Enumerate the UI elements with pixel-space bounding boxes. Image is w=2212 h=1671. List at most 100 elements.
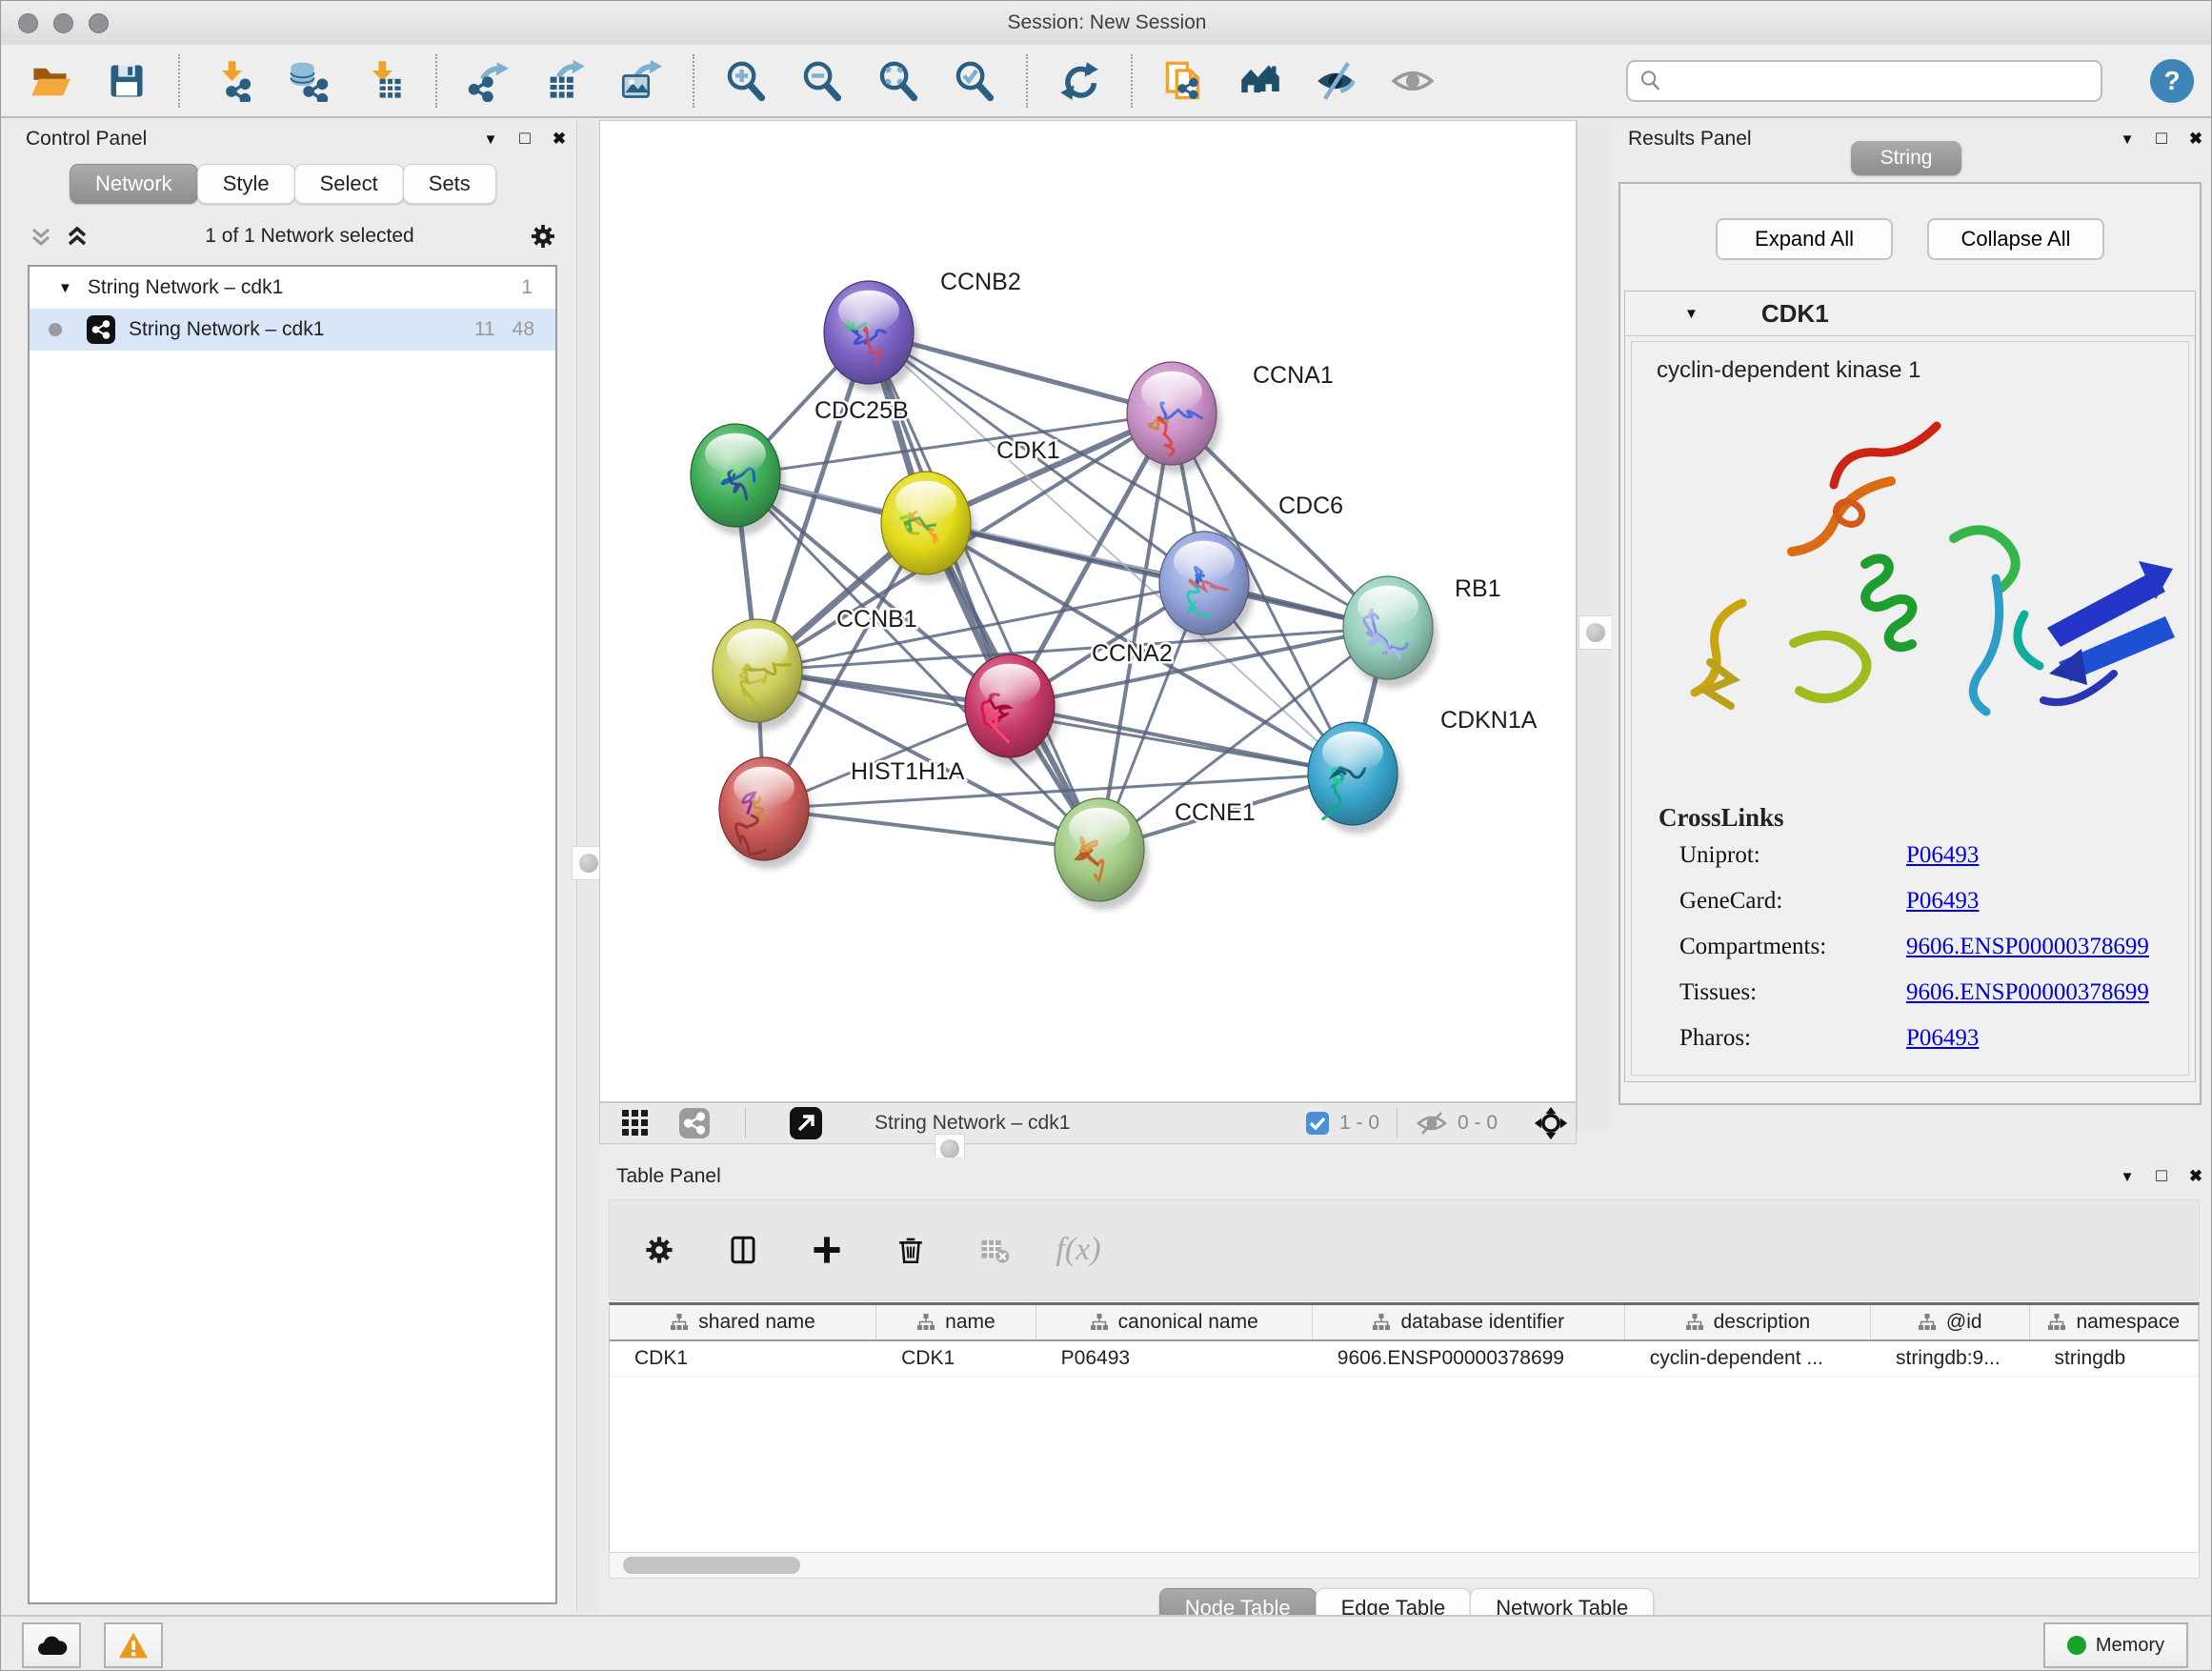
network-node-CCNA1[interactable]: CCNA1 [1127, 362, 1334, 473]
node-label-HIST1H1A: HIST1H1A [851, 758, 965, 785]
memory-button[interactable]: Memory [2043, 1622, 2188, 1668]
gene-entry-header[interactable]: ▼ CDK1 [1625, 292, 2195, 336]
network-node-CCNA2[interactable]: CCNA2 [965, 640, 1173, 766]
delete-table-icon [978, 1234, 1011, 1266]
warnings-button[interactable] [104, 1622, 163, 1668]
add-column-button[interactable] [802, 1223, 852, 1277]
left-splitter[interactable] [576, 120, 601, 1612]
scrollbar-thumb[interactable] [623, 1557, 800, 1574]
control-panel-menu-icon[interactable]: ▼ [473, 131, 508, 148]
import-table-from-file-button[interactable] [359, 54, 409, 108]
zoom-selected-region-button[interactable] [950, 54, 999, 108]
collection-label: String Network – cdk1 [88, 276, 504, 299]
network-node-CDC6[interactable]: CDC6 [1159, 493, 1343, 643]
tab-network[interactable]: Network [70, 164, 198, 204]
crosslink-value-link[interactable]: 9606.ENSP00000378699 [1906, 934, 2149, 960]
hide-selected-button[interactable] [1312, 54, 1361, 108]
network-node-HIST1H1A[interactable]: HIST1H1A [719, 757, 965, 869]
collapse-all-networks-icon[interactable] [64, 222, 90, 251]
network-row[interactable]: String Network – cdk1 11 48 [30, 309, 555, 351]
column-type-icon [1090, 1313, 1109, 1332]
apply-preferred-layout-button[interactable] [1055, 54, 1104, 108]
tab-select[interactable]: Select [294, 164, 404, 204]
function-builder-button[interactable]: f(x) [1054, 1223, 1103, 1277]
column-header-label: shared name [698, 1311, 815, 1334]
column-header-database-identifier[interactable]: database identifier [1313, 1305, 1625, 1339]
results-panel-menu-icon[interactable]: ▼ [2110, 131, 2144, 148]
export-image-button[interactable] [616, 54, 666, 108]
delete-table-button[interactable] [970, 1223, 1019, 1277]
table-panel-header: Table Panel ▼ □ ✖ [599, 1158, 2212, 1196]
import-network-from-database-icon [287, 60, 329, 102]
import-network-from-file-button[interactable] [207, 54, 256, 108]
crosslink-value-link[interactable]: P06493 [1906, 888, 1979, 915]
table-panel-close-icon[interactable]: ✖ [2179, 1167, 2212, 1186]
duplicate-network-button[interactable] [1159, 54, 1209, 108]
birdseye-view-icon[interactable] [1534, 1103, 1568, 1143]
table-horizontal-scrollbar[interactable] [609, 1552, 2200, 1579]
collapse-all-button[interactable]: Collapse All [1927, 218, 2104, 260]
export-network-button[interactable] [464, 54, 513, 108]
network-node-RB1[interactable]: RB1 [1343, 575, 1501, 688]
zoom-out-button[interactable] [797, 54, 847, 108]
open-in-window-icon[interactable] [789, 1103, 823, 1143]
network-node-CCNE1[interactable]: CCNE1 [1055, 798, 1256, 910]
table-panel-menu-icon[interactable]: ▼ [2110, 1169, 2144, 1185]
crosslink-label: GeneCard: [1679, 888, 1906, 915]
expand-all-button[interactable]: Expand All [1716, 218, 1893, 260]
export-table-icon [544, 60, 586, 102]
column-header--id[interactable]: @id [1871, 1305, 2030, 1339]
network-options-gear-icon[interactable] [529, 222, 557, 251]
open-session-button[interactable] [26, 54, 75, 108]
control-panel-float-icon[interactable]: □ [508, 129, 542, 150]
search-box[interactable] [1626, 60, 2102, 102]
tab-string[interactable]: String [1851, 141, 1961, 175]
cloud-status-button[interactable] [22, 1622, 81, 1668]
column-header-name[interactable]: name [876, 1305, 1036, 1339]
delete-column-button[interactable] [886, 1223, 935, 1277]
zoom-in-icon [725, 60, 767, 102]
toggle-columns-button[interactable] [718, 1223, 768, 1277]
network-canvas[interactable]: CCNB2CCNA1CDC25BCDK1CDC6RB1CCNB1CCNA2CDK… [599, 120, 1577, 1102]
right-splitter-handle[interactable] [1579, 615, 1613, 650]
collection-expander-icon[interactable]: ▼ [58, 280, 72, 296]
zoom-in-button[interactable] [721, 54, 771, 108]
toolbar-divider [1397, 1108, 1398, 1138]
crosslink-value-link[interactable]: P06493 [1906, 842, 1979, 869]
control-panel-close-icon[interactable]: ✖ [542, 130, 576, 149]
table-row[interactable]: CDK1CDK1P064939606.ENSP00000378699cyclin… [610, 1341, 2199, 1377]
memory-status-dot [2067, 1636, 2086, 1655]
tab-style[interactable]: Style [197, 164, 295, 204]
tab-sets[interactable]: Sets [403, 164, 496, 204]
export-table-button[interactable] [540, 54, 590, 108]
horizontal-splitter[interactable] [599, 1144, 2212, 1158]
results-panel-close-icon[interactable]: ✖ [2179, 130, 2212, 149]
network-node-CDKN1A[interactable]: CDKN1A [1308, 707, 1538, 834]
search-input[interactable] [1670, 69, 2089, 92]
crosslink-value-link[interactable]: P06493 [1906, 1025, 1979, 1052]
column-header-shared-name[interactable]: shared name [610, 1305, 876, 1339]
column-header-canonical-name[interactable]: canonical name [1036, 1305, 1313, 1339]
zoom-fit-content-button[interactable] [874, 54, 923, 108]
first-neighbors-button[interactable] [1236, 54, 1285, 108]
help-button[interactable]: ? [2150, 59, 2194, 103]
grid-view-icon[interactable] [621, 1103, 650, 1143]
gene-expander-icon[interactable]: ▼ [1684, 306, 1699, 322]
network-list: ▼ String Network – cdk1 1 String Network… [28, 265, 557, 1604]
network-share-icon[interactable] [678, 1103, 711, 1143]
save-session-button[interactable] [102, 54, 151, 108]
crosslink-value-link[interactable]: 9606.ENSP00000378699 [1906, 979, 2149, 1006]
table-settings-gear-button[interactable] [634, 1223, 684, 1277]
column-header-description[interactable]: description [1625, 1305, 1871, 1339]
hidden-items-indicator[interactable]: 0 - 0 [1416, 1103, 1498, 1143]
network-edge[interactable] [764, 809, 1099, 850]
show-all-button[interactable] [1388, 54, 1438, 108]
network-collection-row[interactable]: ▼ String Network – cdk1 1 [30, 267, 555, 309]
right-splitter[interactable] [1577, 120, 1613, 1132]
selected-items-indicator[interactable]: 1 - 0 [1305, 1103, 1379, 1143]
column-header-namespace[interactable]: namespace [2030, 1305, 2199, 1339]
import-network-from-database-button[interactable] [283, 54, 332, 108]
table-panel-float-icon[interactable]: □ [2144, 1166, 2179, 1187]
expand-all-networks-icon[interactable] [28, 222, 54, 251]
results-panel-float-icon[interactable]: □ [2144, 129, 2179, 150]
